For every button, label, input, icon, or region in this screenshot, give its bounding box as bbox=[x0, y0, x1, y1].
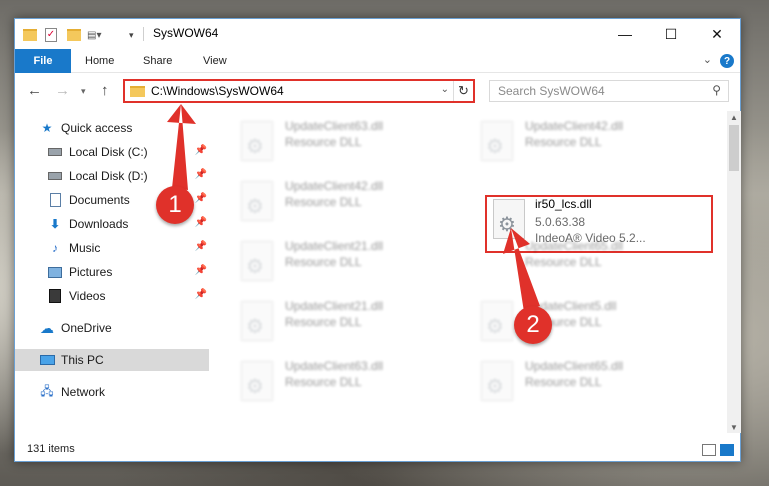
arrow-2-icon bbox=[503, 228, 540, 312]
step-marker-2: 2 bbox=[514, 306, 552, 344]
arrow-1-icon bbox=[167, 104, 196, 190]
step-marker-1: 1 bbox=[156, 186, 194, 224]
annotation-arrows bbox=[167, 104, 540, 312]
